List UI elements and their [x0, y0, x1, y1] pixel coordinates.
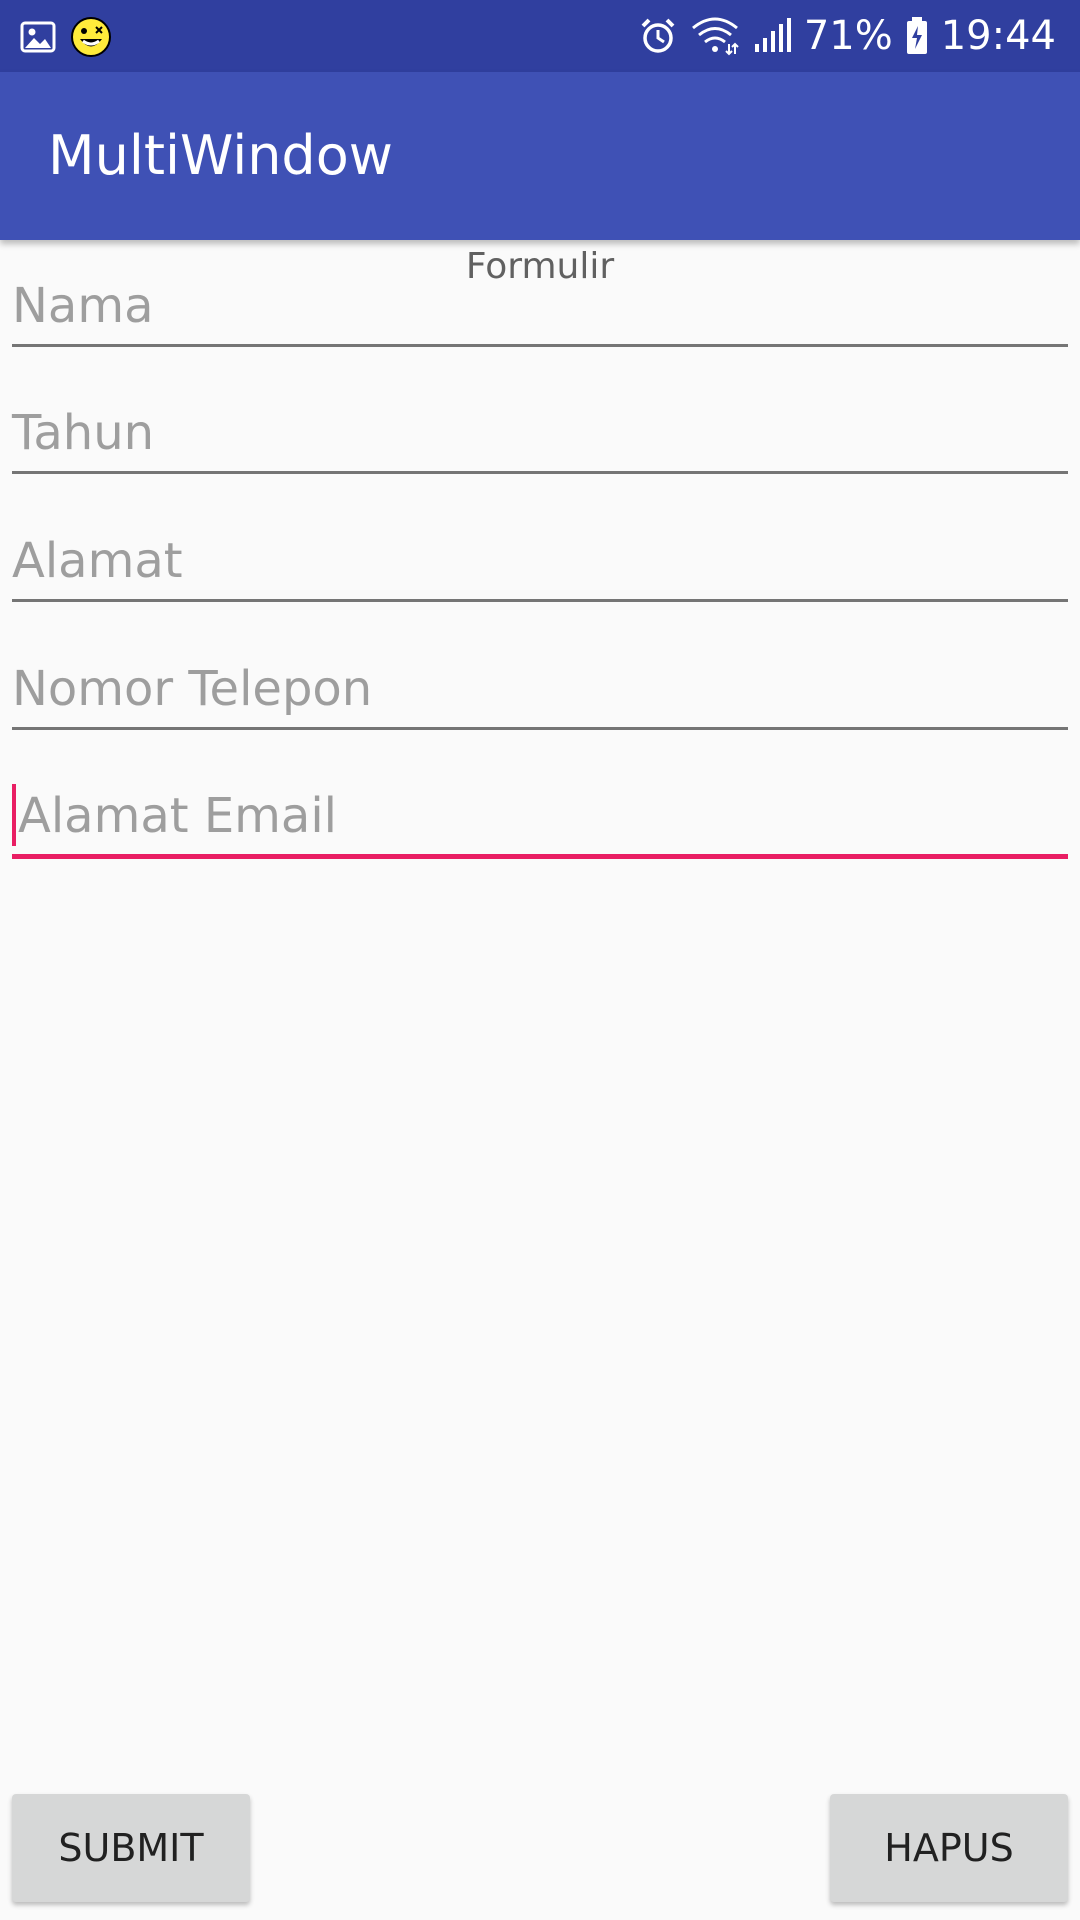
emoji-icon	[70, 16, 112, 58]
submit-button[interactable]: SUBMIT	[12, 1794, 250, 1902]
app-title: MultiWindow	[48, 124, 393, 187]
clock: 19:44	[940, 13, 1056, 59]
status-bar: 71% 19:44	[0, 0, 1080, 72]
alarm-icon	[638, 16, 678, 56]
alamat-email-placeholder: Alamat Email	[18, 788, 338, 844]
alamat-placeholder: Alamat	[12, 533, 183, 589]
nama-placeholder: Nama	[12, 278, 154, 334]
tahun-field[interactable]: Tahun	[12, 401, 1068, 474]
wifi-icon	[690, 16, 740, 56]
status-left-icons	[20, 16, 112, 58]
battery-icon	[905, 16, 929, 56]
alamat-field[interactable]: Alamat	[12, 529, 1068, 602]
app-bar: MultiWindow	[0, 72, 1080, 240]
status-right-icons: 71% 19:44	[638, 0, 1056, 72]
gallery-icon	[20, 19, 56, 55]
alamat-email-field[interactable]: Alamat Email	[12, 784, 1068, 859]
signal-icon	[752, 16, 792, 56]
battery-percent: 71%	[803, 13, 893, 59]
hapus-button[interactable]: HAPUS	[830, 1794, 1068, 1902]
nama-field[interactable]: Nama	[12, 274, 1068, 347]
nomor-telepon-field[interactable]: Nomor Telepon	[12, 657, 1068, 730]
nomor-telepon-placeholder: Nomor Telepon	[12, 661, 373, 717]
tahun-placeholder: Tahun	[12, 405, 155, 461]
text-cursor	[12, 784, 16, 846]
